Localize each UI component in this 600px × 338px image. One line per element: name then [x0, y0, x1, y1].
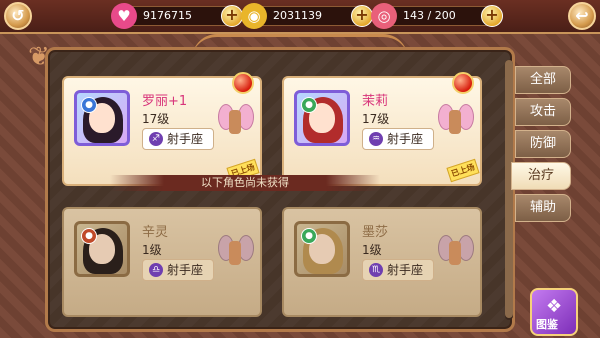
character-name: 罗丽+1	[142, 94, 188, 109]
character-level: 1级	[362, 243, 382, 257]
water-element-icon: ●	[81, 97, 97, 113]
gold-coin-icon: ◉	[241, 3, 267, 29]
stamina-resource: ◎ 143 / 200 +	[371, 3, 503, 29]
stamina-value: 143 / 200	[403, 9, 456, 22]
wind-element-icon: ●	[301, 228, 317, 244]
add-coins-button[interactable]: +	[351, 5, 373, 27]
scrollbar[interactable]	[505, 60, 513, 320]
zodiac-label: 射手座	[167, 132, 204, 146]
collection-label: 图鉴	[536, 318, 558, 331]
fire-element-icon: ●	[81, 228, 97, 244]
zodiac-icon: ♐	[149, 132, 163, 146]
character-name: 辛灵	[142, 225, 169, 240]
heart-gem-icon: ♥	[111, 3, 137, 29]
character-portrait: ●	[74, 221, 130, 277]
character-portrait: ●	[74, 90, 130, 146]
book-icon: ❖	[546, 296, 563, 317]
zodiac-sign: ♎ 射手座	[142, 259, 214, 281]
character-level: 17级	[362, 112, 390, 126]
tab-support[interactable]: 辅助	[515, 194, 571, 222]
locked-character-card[interactable]: ● 辛灵 1级 ♎ 射手座	[62, 207, 262, 317]
character-card[interactable]: ● 茉莉 17级 ♒ 射手座 已上场	[282, 72, 482, 186]
red-gem-icon	[232, 72, 254, 94]
add-hearts-button[interactable]: +	[221, 5, 243, 27]
zodiac-sign: ♐ 射手座	[142, 128, 214, 150]
back-arrow-icon[interactable]: ↺	[4, 2, 32, 30]
zodiac-icon: ♏	[369, 263, 383, 277]
tab-all[interactable]: 全部	[515, 66, 571, 94]
tab-attack[interactable]: 攻击	[515, 98, 571, 126]
tab-heal[interactable]: 治疗	[511, 162, 571, 190]
deployed-stamp: 已上场	[446, 158, 480, 183]
tab-defense[interactable]: 防御	[515, 130, 571, 158]
red-gem-icon	[452, 72, 474, 94]
donut-icon: ◎	[371, 3, 397, 29]
character-portrait: ●	[294, 221, 350, 277]
coins-value: 2031139	[273, 9, 322, 22]
return-arrow-icon[interactable]: ↩	[568, 2, 596, 30]
character-portrait: ●	[294, 90, 350, 146]
zodiac-icon: ♒	[369, 132, 383, 146]
coins-resource: ◉ 2031139 +	[241, 3, 373, 29]
character-name: 茉莉	[362, 94, 389, 109]
zodiac-label: 射手座	[387, 132, 424, 146]
fairy-pet-icon	[218, 231, 254, 271]
fairy-pet-icon	[438, 231, 474, 271]
collection-book-button[interactable]: ❖ 图鉴	[530, 288, 578, 336]
zodiac-sign: ♒ 射手座	[362, 128, 434, 150]
character-name: 墨莎	[362, 225, 389, 240]
zodiac-sign: ♏ 射手座	[362, 259, 434, 281]
top-resource-bar: ↺ ♥ 9176715 + ◉ 2031139 + ◎ 143 / 200 + …	[0, 0, 600, 34]
character-card[interactable]: ● 罗丽+1 17级 ♐ 射手座 已上场	[62, 72, 262, 186]
locked-character-card[interactable]: ● 墨莎 1级 ♏ 射手座	[282, 207, 482, 317]
wind-element-icon: ●	[301, 97, 317, 113]
add-stamina-button[interactable]: +	[481, 5, 503, 27]
hearts-resource: ♥ 9176715 +	[111, 3, 243, 29]
hearts-value: 9176715	[143, 9, 192, 22]
zodiac-label: 射手座	[167, 263, 204, 277]
fairy-pet-icon	[218, 100, 254, 140]
zodiac-icon: ♎	[149, 263, 163, 277]
character-level: 17级	[142, 112, 170, 126]
not-obtained-divider: 以下角色尚未获得	[110, 175, 380, 191]
fairy-pet-icon	[438, 100, 474, 140]
character-level: 1级	[142, 243, 162, 257]
zodiac-label: 射手座	[387, 263, 424, 277]
